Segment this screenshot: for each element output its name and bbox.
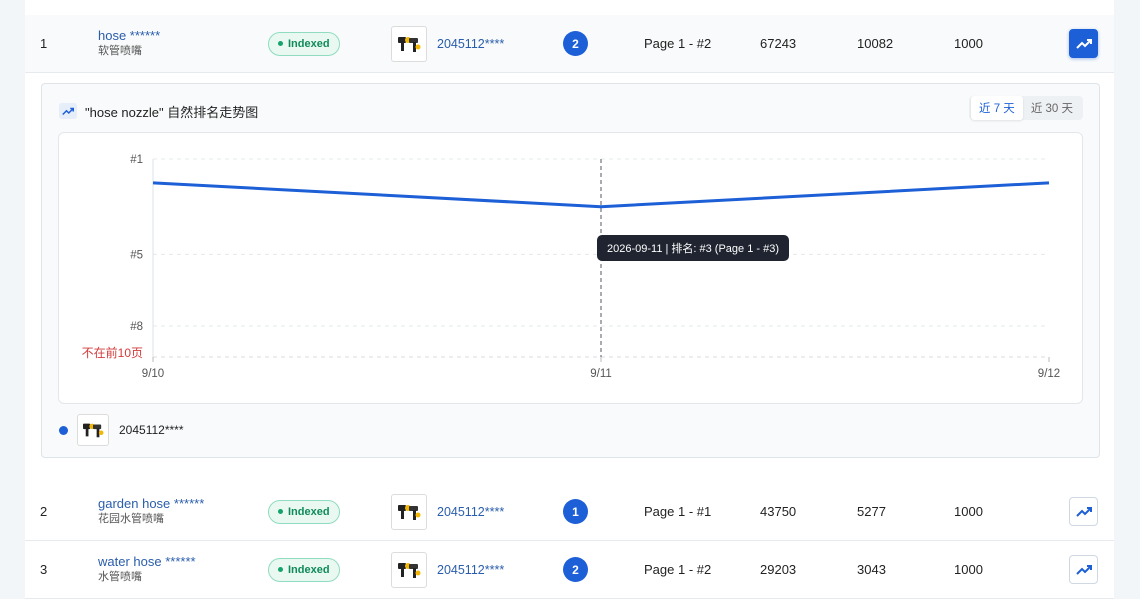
rank-cell: 1 — [563, 483, 588, 540]
product-cell — [391, 541, 427, 598]
ranking-line-chart[interactable]: #1 #5 #8 不在前10页 9/10 9/11 9/12 2026-09-11 | 排名:… — [59, 133, 1082, 403]
keyword-translation: 水管喷嘴 — [98, 570, 142, 585]
asin-cell: 2045112**** — [437, 541, 504, 598]
status-badge: Indexed — [268, 558, 340, 582]
asin-link[interactable]: 2045112**** — [437, 563, 504, 577]
ranking-trend-panel: "hose nozzle" 自然排名走势图 近 7 天 近 30 天 #1#5#… — [41, 83, 1100, 458]
rank-cell: 2 — [563, 541, 588, 598]
y-tick-label: #8 — [130, 321, 143, 333]
legend-label: 2045112**** — [119, 423, 184, 437]
page-position: Page 1 - #1 — [644, 483, 711, 540]
page-position: Page 1 - #2 — [644, 541, 711, 598]
status-text: Indexed — [288, 38, 330, 50]
panel-title: "hose nozzle" 自然排名走势图 — [85, 102, 258, 121]
keyword-cell: hose ****** 软管喷嘴 — [98, 15, 160, 72]
trend-button[interactable] — [1069, 29, 1098, 58]
keyword-link[interactable]: garden hose ****** — [98, 496, 204, 512]
keyword-cell: garden hose ****** 花园水管喷嘴 — [98, 483, 204, 540]
y-bottom-label: 不在前10页 — [82, 345, 143, 360]
y-tick-label: #1 — [130, 154, 143, 166]
page-rank-badge: 1 — [563, 499, 588, 524]
metric-2: 3043 — [857, 541, 886, 598]
trend-button[interactable] — [1069, 497, 1098, 526]
trend-button[interactable] — [1069, 555, 1098, 584]
row-index: 3 — [40, 541, 47, 598]
y-tick-label: #5 — [130, 249, 143, 261]
metric-3: 1000 — [954, 483, 983, 540]
metric-1: 43750 — [760, 483, 796, 540]
keyword-link[interactable]: hose ****** — [98, 28, 160, 44]
status-text: Indexed — [288, 506, 330, 518]
tooltip-text: 2026-09-11 | 排名: #3 (Page 1 - #3) — [607, 241, 779, 255]
range-30-days-button[interactable]: 近 30 天 — [1023, 96, 1081, 120]
keyword-translation: 软管喷嘴 — [98, 44, 142, 59]
product-thumbnail[interactable] — [391, 494, 427, 530]
range-toggle: 近 7 天 近 30 天 — [969, 96, 1083, 120]
x-tick-label: 9/12 — [1038, 368, 1060, 380]
x-tick-label: 9/10 — [142, 368, 164, 380]
keyword-translation: 花园水管喷嘴 — [98, 512, 164, 527]
metric-3: 1000 — [954, 541, 983, 598]
panel-header: "hose nozzle" 自然排名走势图 — [59, 101, 258, 121]
asin-cell: 2045112**** — [437, 15, 504, 72]
keyword-table: 1 hose ****** 软管喷嘴 Indexed 2045112**** 2… — [25, 0, 1114, 590]
metric-2: 5277 — [857, 483, 886, 540]
status-dot-icon — [278, 509, 283, 514]
keyword-link[interactable]: water hose ****** — [98, 554, 196, 570]
chart-legend: 2045112**** — [59, 414, 184, 446]
status-dot-icon — [278, 41, 283, 46]
trend-button-cell — [1069, 541, 1098, 598]
asin-cell: 2045112**** — [437, 483, 504, 540]
legend-dot — [59, 426, 68, 435]
trend-button-cell — [1069, 15, 1098, 72]
metric-1: 29203 — [760, 541, 796, 598]
status-badge: Indexed — [268, 32, 340, 56]
trend-button-cell — [1069, 483, 1098, 540]
metric-1: 67243 — [760, 15, 796, 72]
product-cell — [391, 15, 427, 72]
table-header — [25, 0, 1114, 16]
status-dot-icon — [278, 567, 283, 572]
product-cell — [391, 483, 427, 540]
metric-3: 1000 — [954, 15, 983, 72]
trending-up-icon — [1076, 564, 1092, 576]
row-index: 1 — [40, 15, 47, 72]
status-cell: Indexed — [268, 483, 340, 540]
x-tick-label: 9/11 — [590, 368, 612, 380]
status-text: Indexed — [288, 564, 330, 576]
trending-up-icon — [1076, 506, 1092, 518]
asin-link[interactable]: 2045112**** — [437, 505, 504, 519]
trending-up-icon — [1076, 38, 1092, 50]
page-rank-badge: 2 — [563, 31, 588, 56]
range-7-days-button[interactable]: 近 7 天 — [971, 96, 1023, 120]
table-row[interactable]: 3 water hose ****** 水管喷嘴 Indexed 2045112… — [25, 541, 1114, 599]
page-rank-badge: 2 — [563, 557, 588, 582]
rank-cell: 2 — [563, 15, 588, 72]
table-row[interactable]: 1 hose ****** 软管喷嘴 Indexed 2045112**** 2… — [25, 15, 1114, 73]
table-row[interactable]: 2 garden hose ****** 花园水管喷嘴 Indexed 2045… — [25, 483, 1114, 541]
row-index: 2 — [40, 483, 47, 540]
product-thumbnail[interactable] — [391, 552, 427, 588]
status-cell: Indexed — [268, 15, 340, 72]
chart-container: #1 #5 #8 不在前10页 9/10 9/11 9/12 2026-09-11 | 排名:… — [58, 132, 1083, 404]
status-cell: Indexed — [268, 541, 340, 598]
page-position: Page 1 - #2 — [644, 15, 711, 72]
legend-product-thumbnail — [77, 414, 109, 446]
trending-up-icon — [59, 103, 77, 119]
metric-2: 10082 — [857, 15, 893, 72]
status-badge: Indexed — [268, 500, 340, 524]
asin-link[interactable]: 2045112**** — [437, 37, 504, 51]
keyword-cell: water hose ****** 水管喷嘴 — [98, 541, 196, 598]
product-thumbnail[interactable] — [391, 26, 427, 62]
